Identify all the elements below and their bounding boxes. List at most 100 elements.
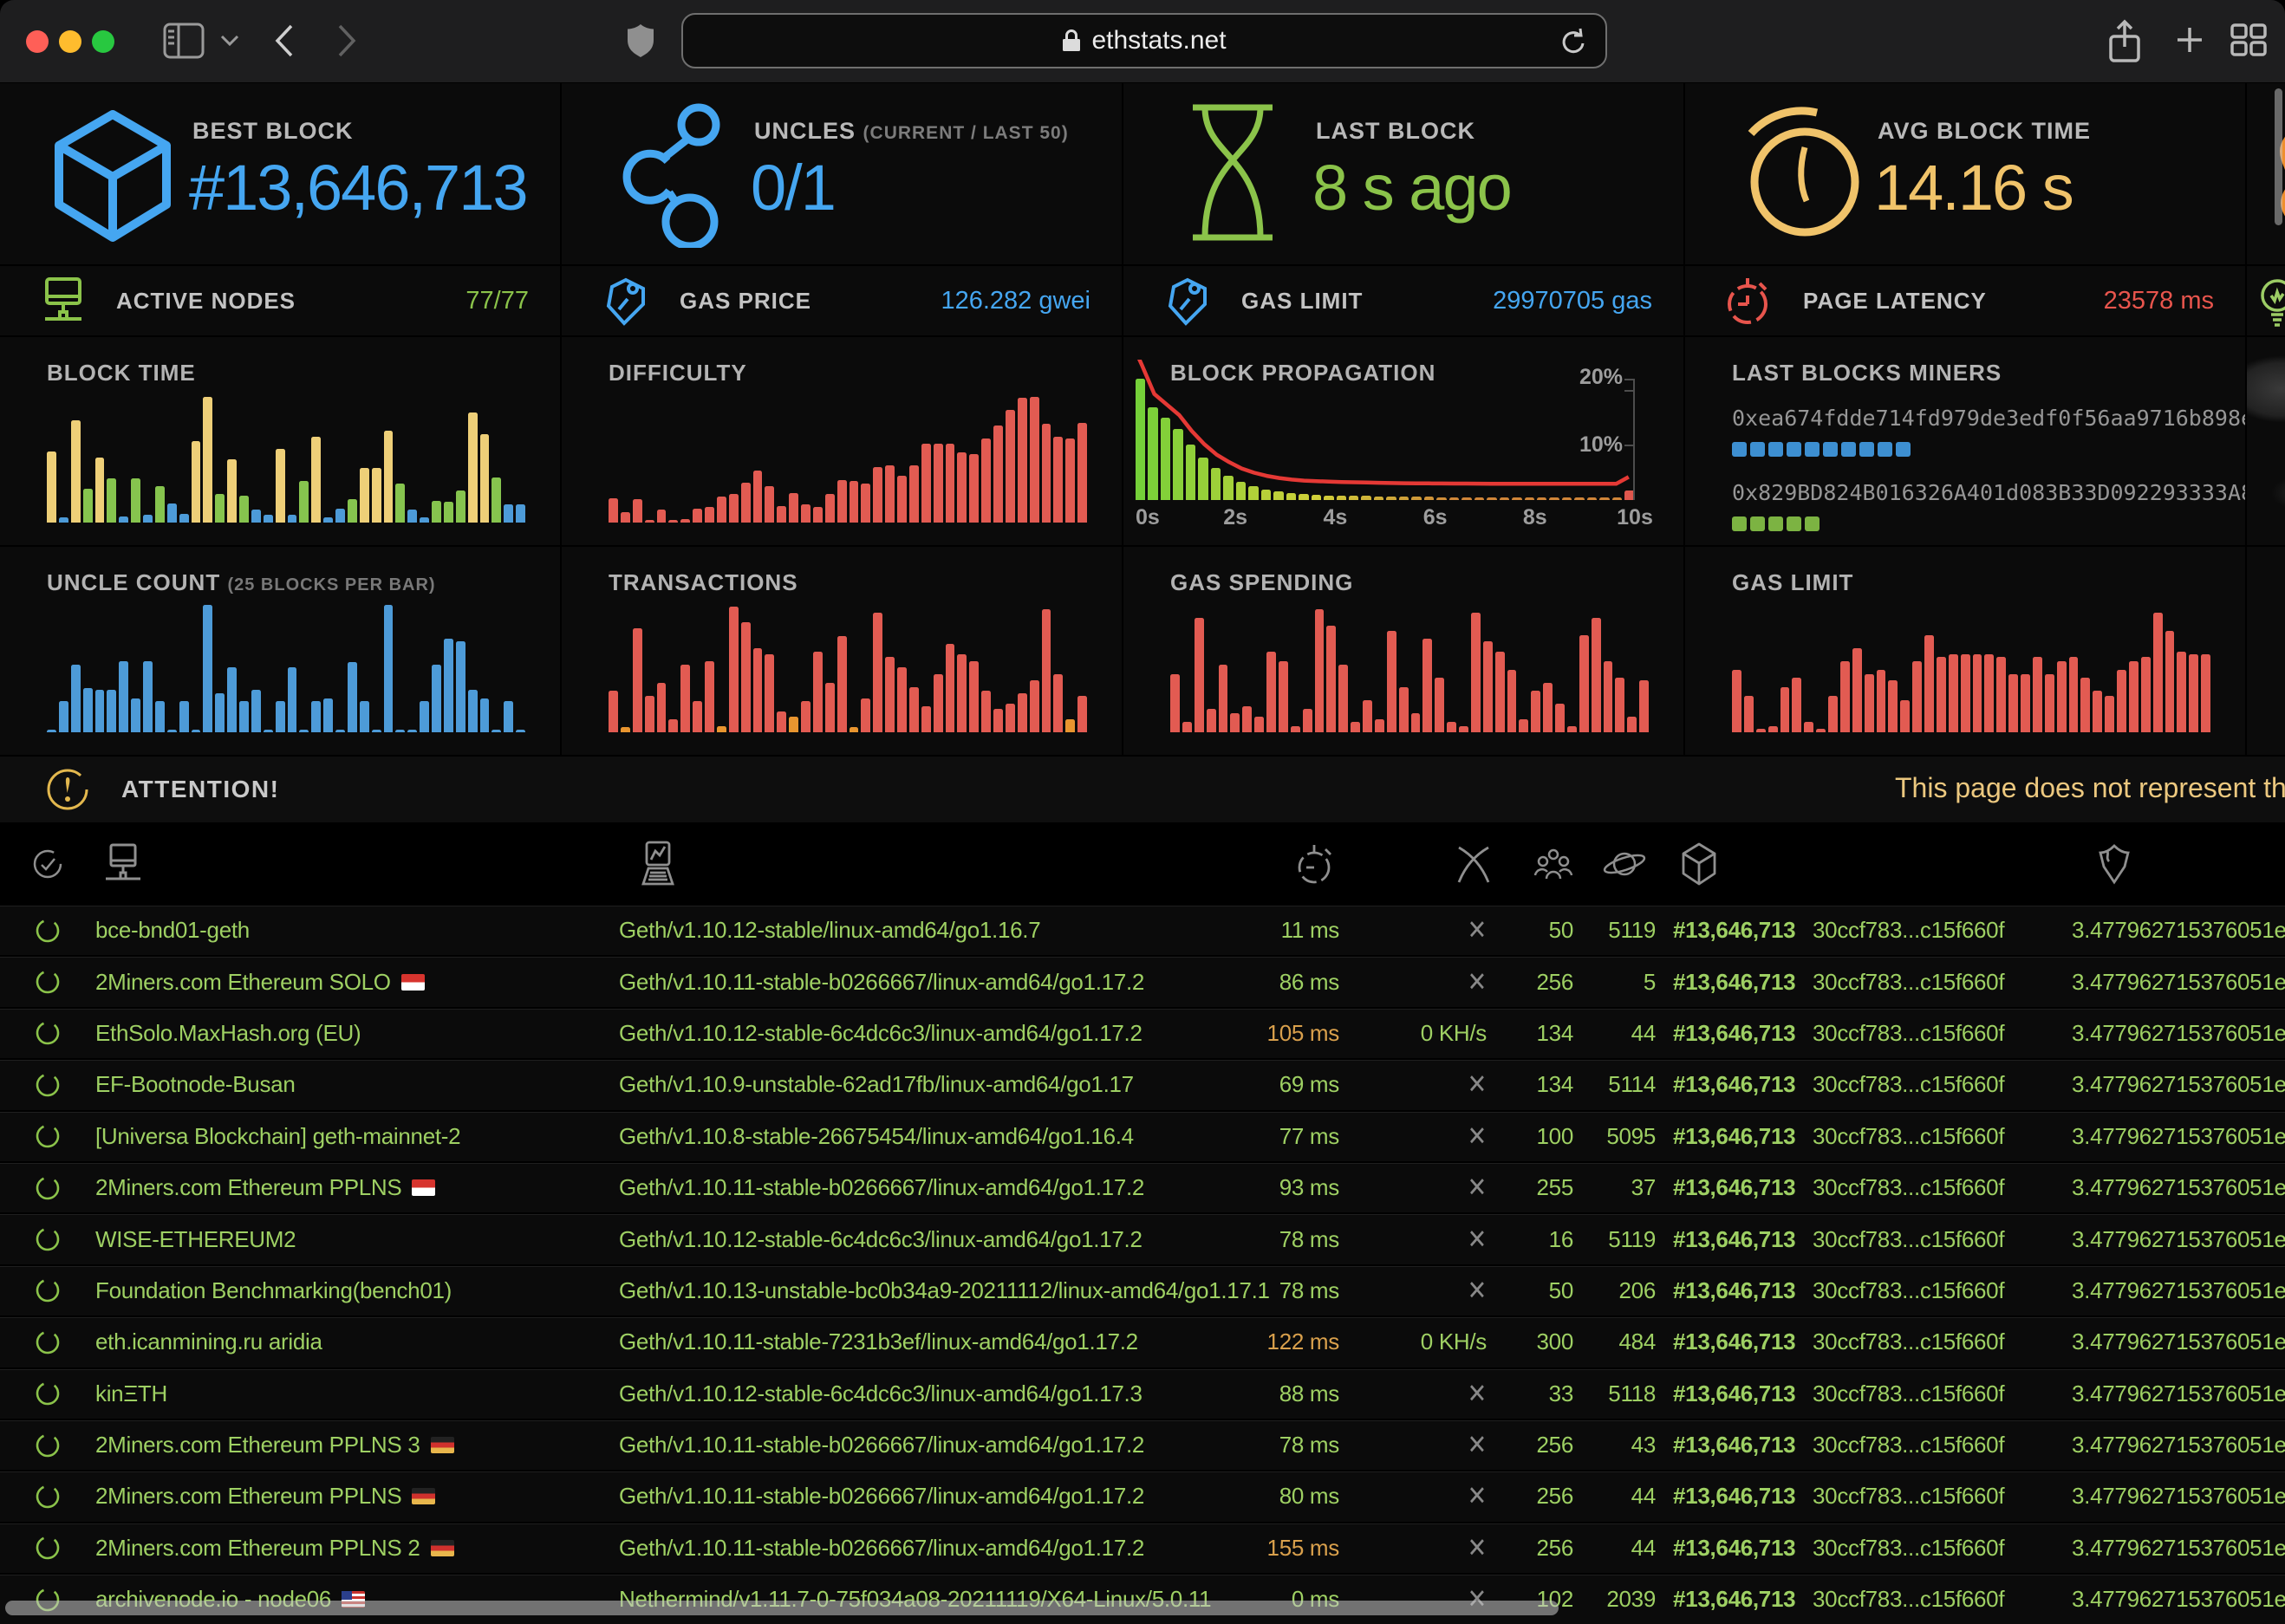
node-status-icon xyxy=(0,1471,95,1521)
table-row[interactable]: EF-Bootnode-Busan Geth/v1.10.9-unstable-… xyxy=(0,1058,2285,1109)
bar xyxy=(717,497,726,523)
table-row[interactable]: eth.icanmining.ru aridia Geth/v1.10.11-s… xyxy=(0,1315,2285,1367)
table-row[interactable]: [Universa Blockchain] geth-mainnet-2 Get… xyxy=(0,1110,2285,1161)
node-name[interactable]: bce-bnd01-geth xyxy=(95,906,617,955)
table-row[interactable]: archivenode.io - node06 Nethermind/v1.11… xyxy=(0,1573,2285,1624)
bar xyxy=(239,496,249,523)
country-flag-de xyxy=(431,1540,454,1556)
country-flag-sg xyxy=(401,974,425,991)
node-block-hash: 30ccf783...c15f660f xyxy=(1807,1214,2024,1263)
table-row[interactable]: 2Miners.com Ethereum PPLNS Geth/v1.10.11… xyxy=(0,1161,2285,1212)
hourglass-icon xyxy=(1181,102,1285,243)
bar xyxy=(2069,657,2079,732)
table-row[interactable]: kinΞTH Geth/v1.10.12-stable-6c4dc6c3/lin… xyxy=(0,1367,2285,1419)
stat-label: UNCLES (CURRENT / LAST 50) xyxy=(754,118,1069,145)
node-name[interactable]: eth.icanmining.ru aridia xyxy=(95,1317,617,1367)
table-row[interactable]: Foundation Benchmarking(bench01) Geth/v1… xyxy=(0,1264,2285,1315)
new-tab-icon[interactable] xyxy=(2172,23,2207,57)
bar xyxy=(1639,680,1649,732)
node-name[interactable]: EF-Bootnode-Busan xyxy=(95,1060,617,1109)
bar xyxy=(251,690,261,733)
stat-label: PAGE LATENCY xyxy=(1803,288,1987,315)
sidebar-toggle-icon[interactable] xyxy=(163,23,205,59)
node-pending: 484 xyxy=(1573,1317,1656,1367)
node-name[interactable]: 2Miners.com Ethereum PPLNS 2 xyxy=(95,1523,617,1573)
table-row[interactable]: 2Miners.com Ethereum PPLNS 3 Geth/v1.10.… xyxy=(0,1419,2285,1470)
node-name[interactable]: 2Miners.com Ethereum SOLO xyxy=(95,957,617,1006)
node-block-hash: 30ccf783...c15f660f xyxy=(1807,1112,2024,1161)
table-row[interactable]: EthSolo.MaxHash.org (EU) Geth/v1.10.12-s… xyxy=(0,1007,2285,1058)
propagation-bar xyxy=(1549,497,1559,500)
node-name[interactable]: WISE-ETHEREUM2 xyxy=(95,1214,617,1263)
miner-entry[interactable]: 0x829BD824B016326A401d083B33D092293333A8… xyxy=(1732,479,2219,531)
stat-uptime-partial xyxy=(2247,266,2285,335)
miner-entry[interactable]: 0xea674fdde714fd979de3edf0f56aa9716b898e… xyxy=(1732,405,2219,457)
node-name[interactable]: EthSolo.MaxHash.org (EU) xyxy=(95,1009,617,1058)
chevron-down-icon[interactable] xyxy=(220,35,239,47)
forward-button[interactable] xyxy=(336,24,357,57)
privacy-shield-icon[interactable] xyxy=(628,24,654,57)
close-window-button[interactable] xyxy=(26,30,49,53)
node-block-hash: 30ccf783...c15f660f xyxy=(1807,1266,2024,1315)
bar xyxy=(516,504,525,523)
table-row[interactable]: 2Miners.com Ethereum PPLNS Geth/v1.10.11… xyxy=(0,1470,2285,1521)
vertical-scrollbar[interactable] xyxy=(2275,88,2282,225)
node-block: #13,646,713 xyxy=(1656,1266,1807,1315)
x-tick: 0s xyxy=(1136,505,1160,530)
bar xyxy=(1030,397,1039,523)
node-client: Geth/v1.10.12-stable-6c4dc6c3/linux-amd6… xyxy=(617,1214,1207,1263)
node-status-icon xyxy=(0,1575,95,1624)
node-latency: 11 ms xyxy=(1207,906,1339,955)
propagation-bar xyxy=(1587,497,1597,500)
bar xyxy=(119,661,128,733)
node-name[interactable]: 2Miners.com Ethereum PPLNS xyxy=(95,1163,617,1212)
reload-icon[interactable] xyxy=(1559,25,1588,58)
node-name[interactable]: 2Miners.com Ethereum PPLNS 3 xyxy=(95,1420,617,1470)
bar xyxy=(1053,437,1063,523)
bar xyxy=(1732,670,1741,732)
no-mining-icon: ✕ xyxy=(1468,1378,1487,1409)
difficulty-column-icon xyxy=(2024,824,2285,904)
bar xyxy=(288,667,297,732)
propagation-bar xyxy=(1198,458,1208,500)
bar xyxy=(981,438,991,523)
chart-title: GAS LIMIT xyxy=(1732,569,1853,596)
bar xyxy=(311,701,321,732)
horizontal-scrollbar[interactable] xyxy=(5,1601,1559,1615)
table-row[interactable]: 2Miners.com Ethereum PPLNS 2 Geth/v1.10.… xyxy=(0,1522,2285,1573)
node-name[interactable]: kinΞTH xyxy=(95,1369,617,1419)
propagation-bar xyxy=(1599,497,1609,500)
bar xyxy=(753,471,763,523)
bar xyxy=(1615,678,1624,732)
stopwatch-icon xyxy=(1725,275,1774,327)
address-bar[interactable]: ethstats.net xyxy=(681,13,1607,68)
propagation-bar xyxy=(1349,496,1358,500)
table-row[interactable]: bce-bnd01-geth Geth/v1.10.12-stable/linu… xyxy=(0,904,2285,955)
tab-overview-icon[interactable] xyxy=(2230,23,2268,57)
bar xyxy=(825,683,835,732)
node-name[interactable]: Foundation Benchmarking(bench01) xyxy=(95,1266,617,1315)
node-name[interactable]: archivenode.io - node06 xyxy=(95,1575,617,1624)
node-peers: 255 xyxy=(1513,1163,1573,1212)
bar xyxy=(143,661,153,733)
zoom-window-button[interactable] xyxy=(92,30,114,53)
minimize-window-button[interactable] xyxy=(59,30,81,53)
bar xyxy=(1387,631,1396,732)
node-name[interactable]: 2Miners.com Ethereum PPLNS xyxy=(95,1471,617,1521)
bar xyxy=(645,696,654,732)
bar xyxy=(1519,719,1528,732)
node-block: #13,646,713 xyxy=(1656,1369,1807,1419)
propagation-bar xyxy=(1461,497,1471,500)
table-row[interactable]: 2Miners.com Ethereum SOLO Geth/v1.10.11-… xyxy=(0,955,2285,1006)
table-row[interactable]: WISE-ETHEREUM2 Geth/v1.10.12-stable-6c4d… xyxy=(0,1212,2285,1263)
bar xyxy=(2080,678,2090,732)
bar xyxy=(897,667,907,732)
bar xyxy=(1567,726,1577,733)
node-peers: 100 xyxy=(1513,1112,1573,1161)
back-button[interactable] xyxy=(274,24,295,57)
node-peers: 102 xyxy=(1513,1575,1573,1624)
share-icon[interactable] xyxy=(2106,19,2143,64)
hashrate-column-icon xyxy=(1339,824,1513,904)
node-hashrate: ✕ xyxy=(1339,1420,1513,1470)
node-name[interactable]: [Universa Blockchain] geth-mainnet-2 xyxy=(95,1112,617,1161)
